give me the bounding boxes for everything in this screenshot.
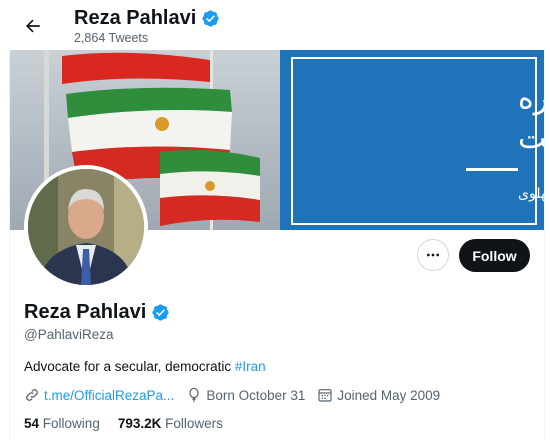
- lion-and-sun-emblem: [155, 117, 169, 131]
- more-options-button[interactable]: [417, 239, 449, 271]
- more-dots-icon: [427, 253, 439, 257]
- calendar-icon: [318, 389, 332, 402]
- follow-button[interactable]: Follow: [459, 239, 530, 272]
- banner-signature: رضا پهلوی: [518, 186, 544, 202]
- following-stat[interactable]: 54 Following: [24, 416, 100, 431]
- banner-text-line1: ایران را دوباره: [518, 81, 544, 116]
- profile-website-link[interactable]: t.me/OfficialRezaPa...: [44, 388, 174, 403]
- avatar-image: [28, 169, 144, 285]
- profile-link-item: t.me/OfficialRezaPa...: [24, 387, 174, 403]
- banner-divider: [466, 168, 518, 171]
- bio-text: Advocate for a secular, democratic: [24, 359, 235, 374]
- profile-name: Reza Pahlavi: [24, 301, 147, 323]
- following-label: Following: [42, 416, 100, 431]
- verified-badge-icon: [202, 10, 219, 27]
- avatar[interactable]: [28, 169, 144, 285]
- profile-name-row: Reza Pahlavi: [24, 301, 170, 324]
- profile-stats: 54 Following 793.2K Followers: [24, 416, 223, 431]
- profile-meta: t.me/OfficialRezaPa... Born October 31 J…: [24, 387, 452, 403]
- balloon-icon: [189, 387, 199, 403]
- top-bar: Reza Pahlavi 2,864 Tweets: [0, 0, 550, 50]
- flag-white-band: [68, 110, 232, 152]
- followers-stat[interactable]: 793.2K Followers: [118, 416, 223, 431]
- back-button[interactable]: [20, 13, 46, 39]
- tweet-count: 2,864 Tweets: [74, 31, 149, 45]
- column-border-right: [544, 50, 545, 440]
- banner-text-line2: خواهیم ساخت: [518, 121, 544, 156]
- back-arrow-icon: [26, 19, 40, 33]
- profile-joined: Joined May 2009: [337, 387, 441, 403]
- profile-bio: Advocate for a secular, democratic #Iran: [24, 359, 266, 374]
- header-title: Reza Pahlavi: [74, 7, 220, 30]
- profile-birthday: Born October 31: [206, 387, 306, 403]
- header-name: Reza Pahlavi: [74, 7, 197, 29]
- bio-hashtag-link[interactable]: #Iran: [235, 359, 266, 374]
- banner-blue-panel: [280, 50, 544, 230]
- profile-joined-item: Joined May 2009: [317, 387, 440, 403]
- following-count: 54: [24, 416, 40, 431]
- lion-and-sun-emblem: [205, 181, 215, 191]
- followers-count: 793.2K: [117, 416, 162, 431]
- verified-badge-icon: [152, 304, 169, 321]
- followers-label: Followers: [165, 416, 223, 431]
- link-icon: [26, 389, 38, 401]
- profile-birthday-item: Born October 31: [186, 387, 305, 403]
- profile-handle: @PahlaviReza: [24, 327, 114, 342]
